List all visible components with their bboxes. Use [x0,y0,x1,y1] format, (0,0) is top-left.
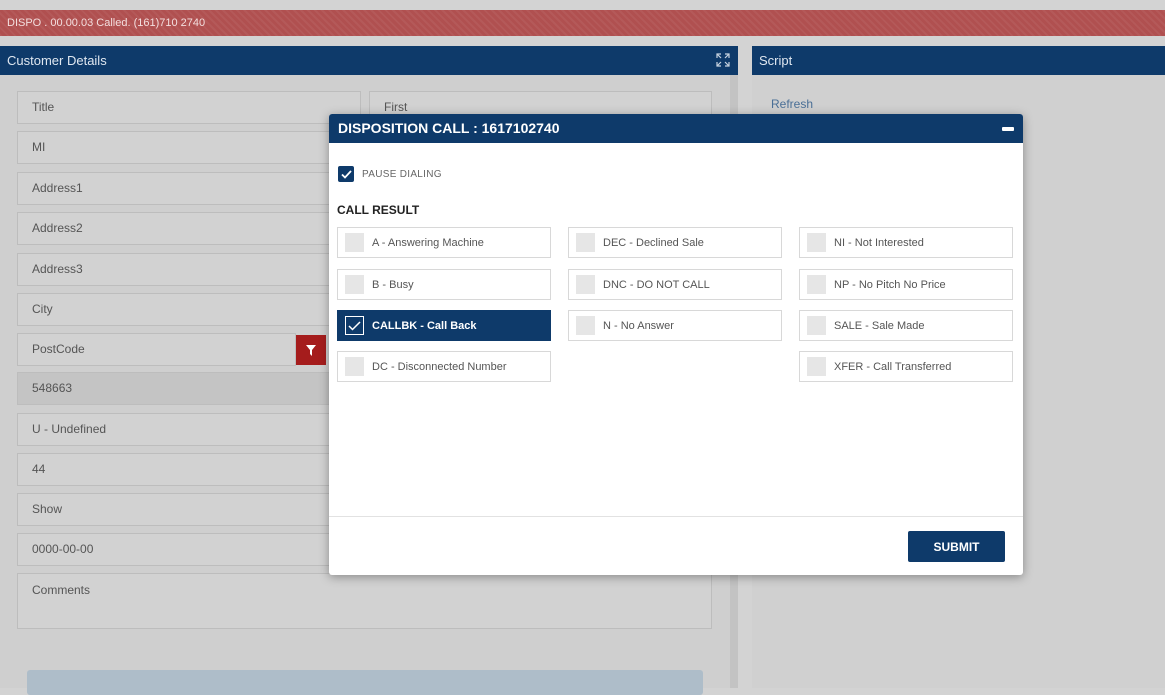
disposition-modal: DISPOSITION CALL : 1617102740 PAUSE DIAL… [329,114,1023,575]
option-label: XFER - Call Transferred [834,360,952,373]
option-dnc[interactable]: DNC - DO NOT CALL [568,269,782,300]
expand-icon[interactable] [716,53,730,67]
bottom-info-box [27,670,703,695]
city-field[interactable]: City [17,293,361,326]
postcode-filter-button[interactable] [296,335,326,365]
option-sale[interactable]: SALE - Sale Made [799,310,1013,341]
modal-footer-divider [329,516,1023,517]
option-label: B - Busy [372,278,414,291]
postcode-field[interactable]: PostCode [17,333,296,366]
script-header: Script [752,46,1165,75]
option-checkbox[interactable] [345,275,364,294]
option-checkbox[interactable] [576,316,595,335]
pause-dialing-checkbox[interactable] [338,166,354,182]
option-checkbox[interactable] [576,233,595,252]
check-icon [340,169,352,179]
address3-field[interactable]: Address3 [17,253,361,286]
modal-header: DISPOSITION CALL : 1617102740 [329,114,1023,143]
option-checkbox[interactable] [345,233,364,252]
submit-button[interactable]: SUBMIT [908,531,1005,562]
option-checkbox[interactable] [345,316,364,335]
address1-field[interactable]: Address1 [17,172,361,205]
option-label: DNC - DO NOT CALL [603,278,710,291]
title-field[interactable]: Title [17,91,361,124]
option-label: CALLBK - Call Back [372,319,477,332]
option-checkbox[interactable] [576,275,595,294]
option-label: NI - Not Interested [834,236,924,249]
option-checkbox[interactable] [807,233,826,252]
option-callbk[interactable]: CALLBK - Call Back [337,310,551,341]
date-field[interactable]: 0000-00-00 [17,533,361,566]
record-id-field: 548663 [17,372,361,405]
middle-initial-field[interactable]: MI [17,131,361,164]
option-label: NP - No Pitch No Price [834,278,946,291]
minimize-icon[interactable] [1002,127,1014,131]
option-label: N - No Answer [603,319,674,332]
refresh-link[interactable]: Refresh [771,97,813,111]
option-label: DEC - Declined Sale [603,236,704,249]
country-code-field[interactable]: 44 [17,453,361,486]
option-n[interactable]: N - No Answer [568,310,782,341]
dispo-status-bar: DISPO . 00.00.03 Called. (161)710 2740 [0,10,1165,36]
option-b[interactable]: B - Busy [337,269,551,300]
status-field[interactable]: U - Undefined [17,413,361,446]
option-a[interactable]: A - Answering Machine [337,227,551,258]
option-checkbox[interactable] [345,357,364,376]
comments-field[interactable]: Comments [17,573,712,629]
option-label: DC - Disconnected Number [372,360,507,373]
check-icon [348,320,361,331]
pause-dialing-label: PAUSE DIALING [362,168,442,180]
option-label: SALE - Sale Made [834,319,925,332]
option-dc[interactable]: DC - Disconnected Number [337,351,551,382]
show-field[interactable]: Show [17,493,361,526]
modal-title: DISPOSITION CALL : 1617102740 [338,120,560,136]
call-result-label: CALL RESULT [337,203,420,217]
customer-details-header: Customer Details [0,46,738,75]
option-checkbox[interactable] [807,316,826,335]
option-label: A - Answering Machine [372,236,484,249]
option-dec[interactable]: DEC - Declined Sale [568,227,782,258]
pause-dialing-row[interactable]: PAUSE DIALING [338,166,442,182]
option-np[interactable]: NP - No Pitch No Price [799,269,1013,300]
option-ni[interactable]: NI - Not Interested [799,227,1013,258]
script-title: Script [759,53,793,68]
customer-details-title: Customer Details [7,53,107,68]
filter-icon [306,344,316,356]
option-checkbox[interactable] [807,357,826,376]
option-xfer[interactable]: XFER - Call Transferred [799,351,1013,382]
address2-field[interactable]: Address2 [17,212,361,245]
option-checkbox[interactable] [807,275,826,294]
